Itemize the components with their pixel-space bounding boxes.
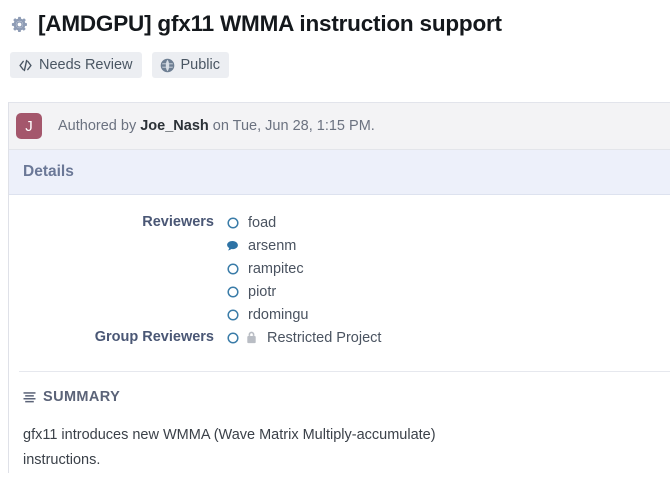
list-item[interactable]: foad (226, 211, 670, 234)
reviewer-name[interactable]: arsenm (248, 238, 296, 254)
reviewer-name[interactable]: foad (248, 215, 276, 231)
reviewer-name[interactable]: piotr (248, 284, 276, 300)
reviewers-label: Reviewers (142, 214, 214, 230)
circle-outline-icon (226, 308, 239, 321)
gear-icon (10, 15, 29, 34)
group-reviewer-name[interactable]: Restricted Project (267, 330, 381, 346)
globe-icon (160, 58, 175, 73)
comment-bubble-icon (226, 240, 239, 252)
reviewers-row: Reviewers foad arsenm rampitec piotr rdo… (9, 211, 670, 326)
reviewer-name[interactable]: rampitec (248, 261, 304, 277)
author-prefix: Authored by (58, 118, 141, 134)
author-name[interactable]: Joe_Nash (140, 118, 209, 134)
details-section-header: Details (9, 150, 670, 195)
author-timestamp: on Tue, Jun 28, 1:15 PM. (208, 118, 375, 134)
group-reviewers-row: Group Reviewers Restricted Project (9, 326, 670, 349)
status-badge-needs-review[interactable]: Needs Review (10, 52, 142, 78)
list-item[interactable]: piotr (226, 280, 670, 303)
summary-section-header: SUMMARY (9, 372, 670, 405)
group-reviewers-label: Group Reviewers (94, 329, 214, 345)
list-item[interactable]: rampitec (226, 257, 670, 280)
circle-outline-icon (226, 262, 239, 275)
code-brackets-icon (18, 58, 33, 73)
list-item[interactable]: arsenm (226, 234, 670, 257)
revision-card: J Authored by Joe_Nash on Tue, Jun 28, 1… (8, 102, 670, 473)
author-byline: Authored by Joe_Nash on Tue, Jun 28, 1:1… (58, 118, 375, 134)
visibility-badge-public[interactable]: Public (151, 52, 229, 78)
circle-outline-icon (226, 285, 239, 298)
title-row: [AMDGPU] gfx11 WMMA instruction support (10, 8, 660, 40)
status-badge-label: Needs Review (39, 57, 133, 73)
page-title: [AMDGPU] gfx11 WMMA instruction support (38, 11, 502, 36)
reviewers-list: foad arsenm rampitec piotr rdomingu (226, 211, 670, 326)
list-item[interactable]: rdomingu (226, 303, 670, 326)
author-strip: J Authored by Joe_Nash on Tue, Jun 28, 1… (9, 103, 670, 150)
details-body: Reviewers foad arsenm rampitec piotr rdo… (9, 195, 670, 473)
page-header: [AMDGPU] gfx11 WMMA instruction support … (0, 0, 670, 78)
badge-row: Needs Review Public (10, 52, 660, 78)
align-list-icon (23, 391, 36, 404)
reviewer-name[interactable]: rdomingu (248, 307, 308, 323)
details-section-title: Details (23, 163, 74, 180)
summary-body-text: gfx11 introduces new WMMA (Wave Matrix M… (23, 427, 436, 468)
group-reviewers-list: Restricted Project (226, 326, 670, 349)
list-item[interactable]: Restricted Project (226, 326, 670, 349)
lock-icon (246, 331, 257, 344)
circle-outline-icon (226, 331, 239, 344)
avatar[interactable]: J (16, 113, 42, 139)
summary-section-title: SUMMARY (43, 389, 121, 405)
visibility-badge-label: Public (180, 57, 221, 73)
circle-outline-icon (226, 216, 239, 229)
